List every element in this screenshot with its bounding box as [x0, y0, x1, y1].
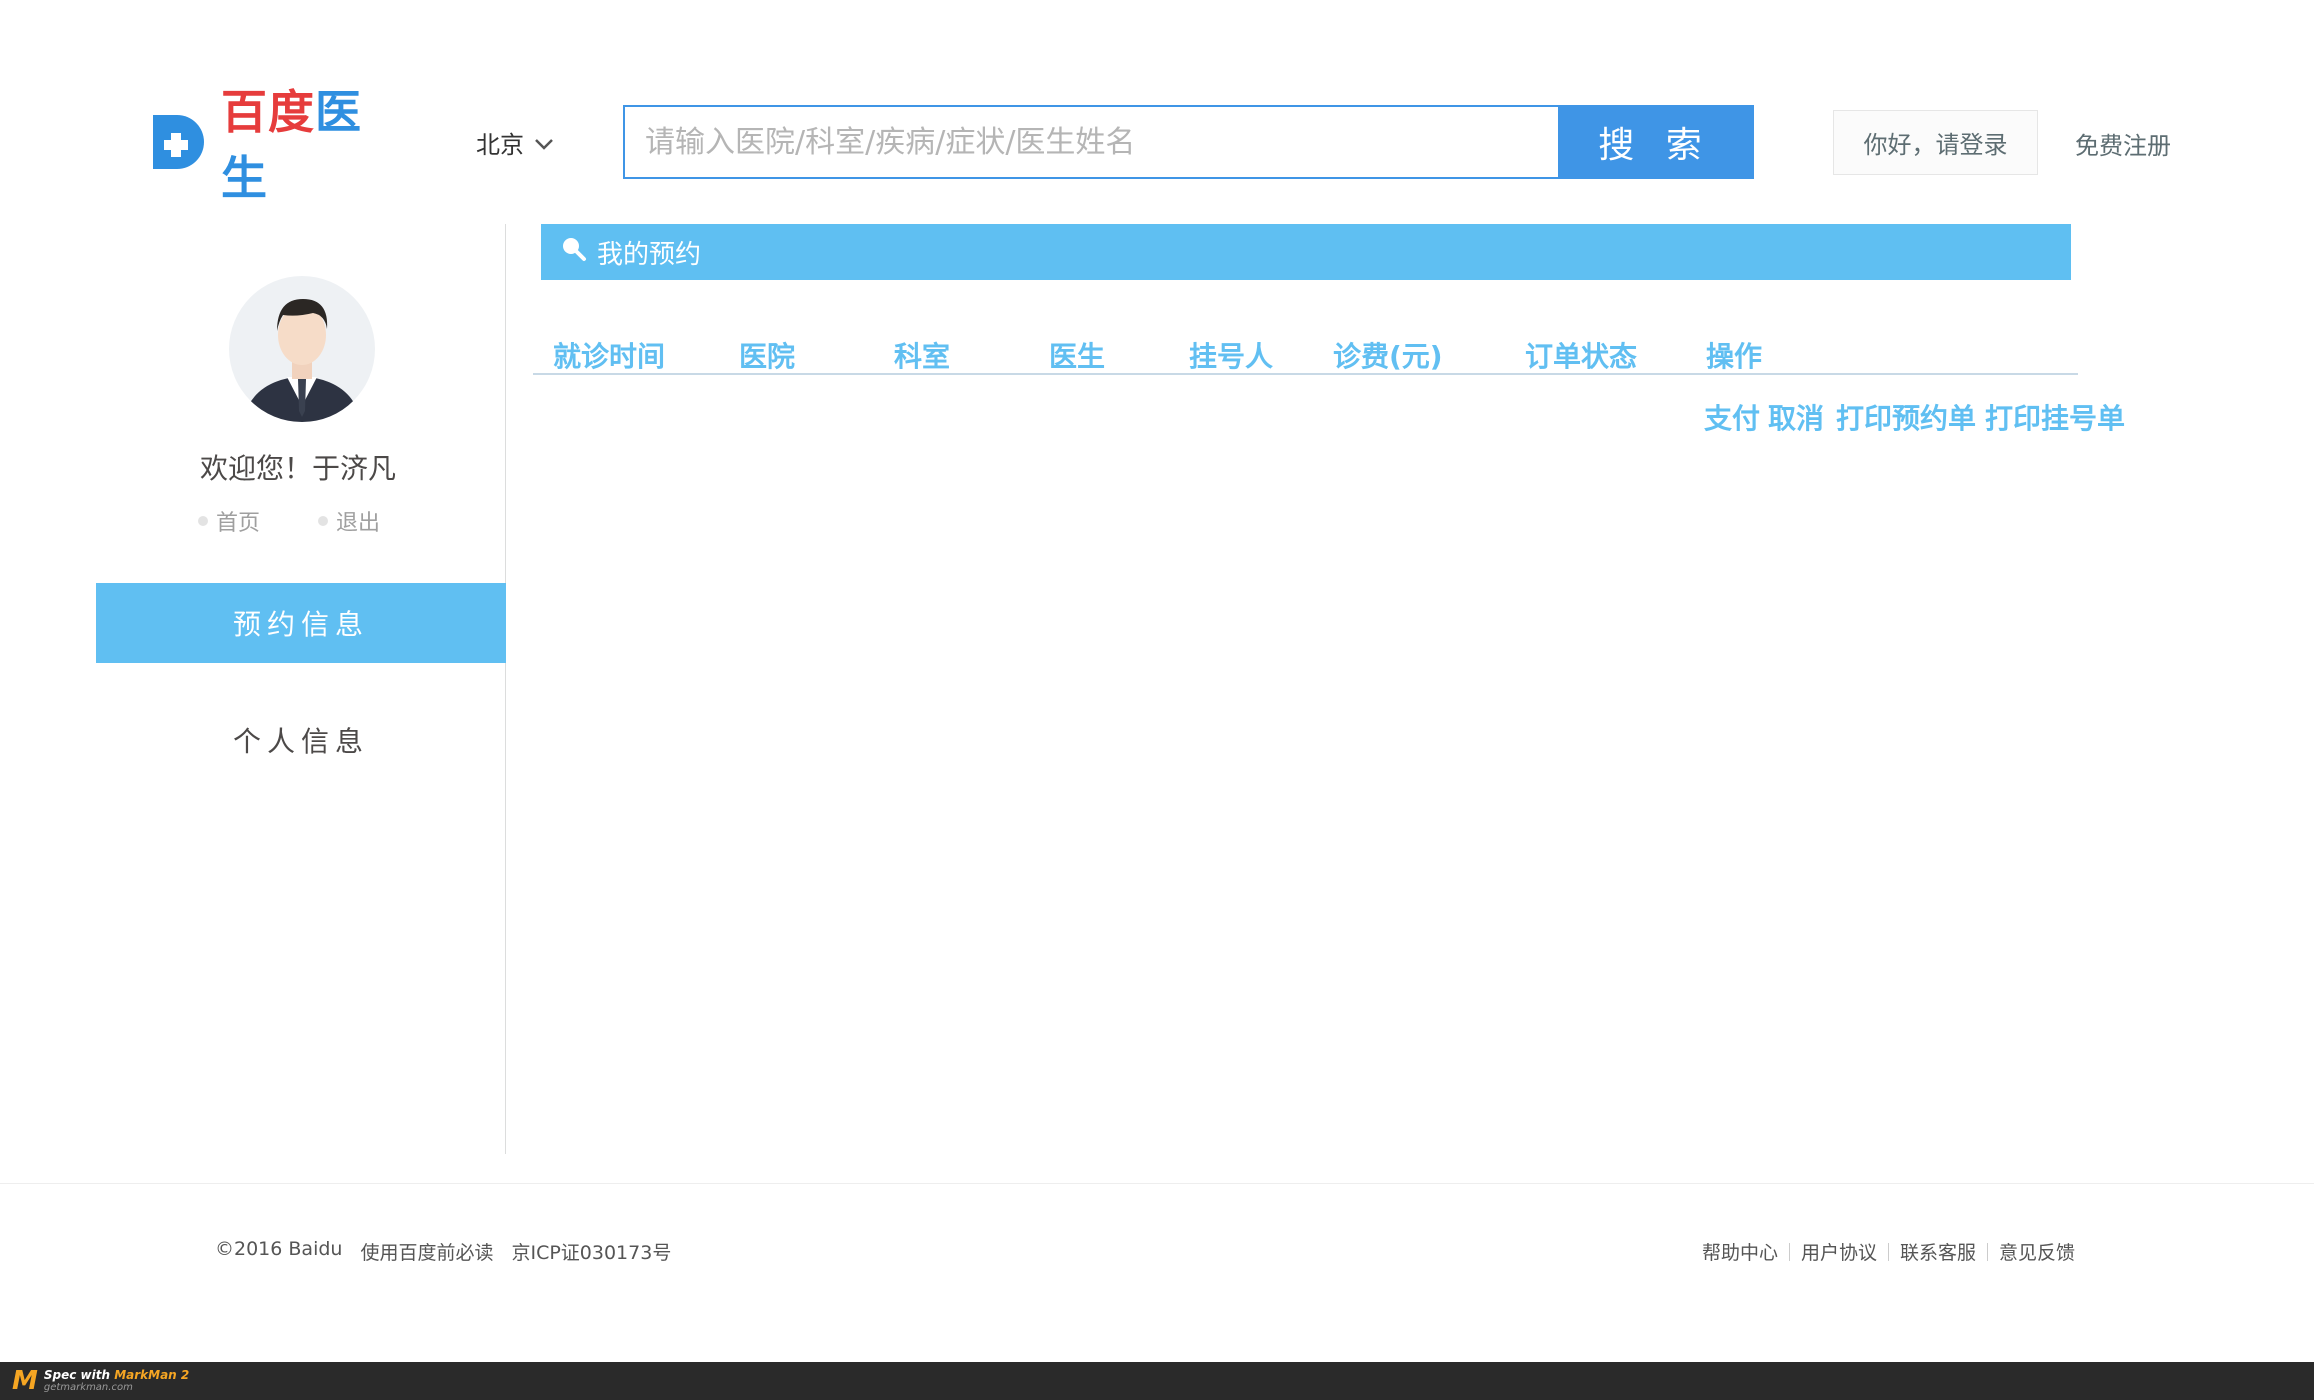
footer-link-agreement[interactable]: 用户协议	[1801, 1238, 1877, 1265]
bullet-icon	[198, 516, 208, 526]
login-button[interactable]: 你好，请登录	[1833, 110, 2038, 175]
nav-logout-link[interactable]: 退出	[318, 505, 380, 537]
footer-separator	[1789, 1242, 1791, 1261]
city-label: 北京	[476, 131, 524, 159]
footer-divider	[0, 1183, 2314, 1184]
avatar	[227, 271, 377, 428]
welcome-text: 欢迎您！于济凡	[200, 452, 397, 485]
markman-prefix: Spec with	[43, 1368, 111, 1382]
markman-credit: Spec with MarkMan 2 getmarkman.com	[43, 1368, 190, 1394]
markman-url: getmarkman.com	[43, 1382, 133, 1393]
print-appointment-button[interactable]: 打印预约单	[1836, 397, 1976, 437]
column-header-department: 科室	[894, 340, 951, 373]
icp-license: 京ICP证030173号	[511, 1242, 672, 1264]
chevron-down-icon	[534, 129, 554, 157]
bullet-icon	[318, 516, 328, 526]
footer-separator	[1888, 1242, 1890, 1261]
logo-icon	[147, 111, 207, 173]
logo-text: 百度医生	[221, 76, 397, 208]
footer-copyright: ©2016 Baidu 使用百度前必读 京ICP证030173号	[215, 1238, 671, 1265]
footer-link-feedback[interactable]: 意见反馈	[1999, 1238, 2075, 1265]
footer-links: 帮助中心 用户协议 联系客服 意见反馈	[1702, 1238, 2075, 1265]
register-link[interactable]: 免费注册	[2075, 126, 2171, 161]
nav-home-link[interactable]: 首页	[198, 505, 260, 537]
sidebar-divider	[505, 224, 506, 1154]
column-header-actions: 操作	[1706, 340, 1763, 373]
footer-separator	[1987, 1242, 1989, 1261]
column-header-doctor: 医生	[1049, 340, 1106, 373]
nav-home-label: 首页	[216, 511, 261, 536]
logo-text-baidu: 百度	[221, 85, 315, 139]
table-header-divider	[533, 373, 2078, 375]
search-icon	[561, 236, 587, 269]
column-header-visit-time: 就诊时间	[553, 340, 666, 373]
sidebar-item-appointments[interactable]: 预约信息	[96, 583, 506, 663]
print-registration-button[interactable]: 打印挂号单	[1985, 397, 2125, 437]
column-header-fee: 诊费(元)	[1333, 340, 1443, 373]
section-title: 我的预约	[597, 239, 702, 270]
search-button[interactable]: 搜 索	[1558, 107, 1752, 177]
search-input[interactable]	[625, 107, 1558, 177]
sidebar-item-profile[interactable]: 个人信息	[96, 720, 506, 760]
search-bar: 搜 索	[623, 105, 1754, 179]
footer-link-support[interactable]: 联系客服	[1900, 1238, 1976, 1265]
column-header-hospital: 医院	[739, 340, 796, 373]
markman-brand: MarkMan 2	[114, 1368, 190, 1382]
markman-logo-icon: M	[12, 1366, 38, 1396]
markman-bar: M Spec with MarkMan 2 getmarkman.com	[0, 1362, 2314, 1400]
section-header-my-appointments: 我的预约	[541, 224, 2071, 280]
copyright-text: ©2016 Baidu	[215, 1238, 343, 1260]
nav-logout-label: 退出	[336, 511, 381, 536]
pay-button[interactable]: 支付	[1704, 397, 1760, 437]
column-header-order-status: 订单状态	[1525, 340, 1638, 373]
baidu-doctor-logo[interactable]: 百度医生	[147, 85, 397, 205]
column-header-registrant: 挂号人	[1189, 340, 1274, 373]
usage-notice-link[interactable]: 使用百度前必读	[360, 1238, 493, 1265]
footer-link-help[interactable]: 帮助中心	[1702, 1238, 1778, 1265]
city-selector[interactable]: 北京	[476, 125, 554, 160]
cancel-button[interactable]: 取消	[1768, 397, 1824, 437]
